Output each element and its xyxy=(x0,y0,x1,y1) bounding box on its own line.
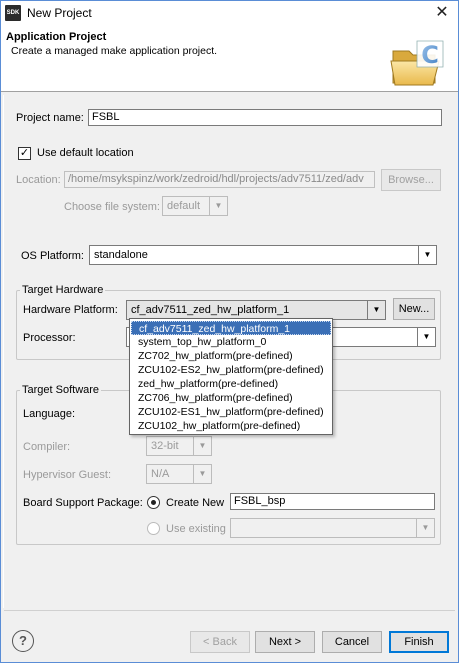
dropdown-option[interactable]: ZCU102-ES2_hw_platform(pre-defined) xyxy=(131,363,331,377)
os-platform-select[interactable]: standalone ▼ xyxy=(89,245,437,265)
dropdown-option[interactable]: ZC706_hw_platform(pre-defined) xyxy=(131,391,331,405)
chevron-down-icon: ▼ xyxy=(193,465,211,483)
dropdown-option[interactable]: ZCU102-ES1_hw_platform(pre-defined) xyxy=(131,405,331,419)
target-software-title: Target Software xyxy=(20,384,102,396)
create-new-bsp-radio[interactable] xyxy=(147,496,160,509)
chevron-down-icon: ▼ xyxy=(367,301,385,319)
target-hardware-title: Target Hardware xyxy=(20,284,106,296)
window-title: New Project xyxy=(27,6,92,20)
cancel-button[interactable]: Cancel xyxy=(322,631,382,653)
hypervisor-select[interactable]: N/A ▼ xyxy=(146,464,212,484)
chevron-down-icon: ▼ xyxy=(418,246,436,264)
page-description: Create a managed make application projec… xyxy=(11,45,218,57)
browse-button[interactable]: Browse... xyxy=(381,169,441,191)
sdk-app-icon: SDK xyxy=(5,5,21,21)
location-input[interactable]: /home/msykspinz/work/zedroid/hdl/project… xyxy=(64,171,375,188)
bsp-label: Board Support Package: xyxy=(23,497,143,509)
new-hw-platform-button[interactable]: New... xyxy=(393,298,435,320)
bsp-name-input[interactable]: FSBL_bsp xyxy=(230,493,435,510)
dropdown-option[interactable]: system_top_hw_platform_0 xyxy=(131,335,331,349)
page-title: Application Project xyxy=(6,31,107,43)
dropdown-option[interactable]: cf_adv7511_zed_hw_platform_1 xyxy=(131,321,331,335)
chevron-down-icon: ▼ xyxy=(193,437,211,455)
filesystem-select[interactable]: default ▼ xyxy=(162,196,228,216)
footer-separator xyxy=(4,610,455,611)
dropdown-option[interactable]: zed_hw_platform(pre-defined) xyxy=(131,377,331,391)
processor-label: Processor: xyxy=(23,332,76,344)
os-platform-label: OS Platform: xyxy=(21,250,84,262)
compiler-select[interactable]: 32-bit ▼ xyxy=(146,436,212,456)
hypervisor-label: Hypervisor Guest: xyxy=(23,469,112,481)
project-name-label: Project name: xyxy=(16,112,84,124)
use-existing-bsp-label: Use existing xyxy=(166,523,226,535)
next-button[interactable]: Next > xyxy=(255,631,315,653)
dropdown-option[interactable]: ZCU102_hw_platform(pre-defined) xyxy=(131,419,331,433)
hardware-platform-select[interactable]: cf_adv7511_zed_hw_platform_1 ▼ xyxy=(126,300,386,320)
close-icon[interactable]: ✕ xyxy=(430,2,454,24)
use-default-location-checkbox[interactable]: ✓ xyxy=(18,147,31,160)
hardware-platform-label: Hardware Platform: xyxy=(23,304,118,316)
chevron-down-icon: ▼ xyxy=(416,519,434,537)
finish-button[interactable]: Finish xyxy=(389,631,449,653)
language-label: Language: xyxy=(23,408,75,420)
filesystem-label: Choose file system: xyxy=(64,201,160,213)
back-button[interactable]: < Back xyxy=(190,631,250,653)
location-label: Location: xyxy=(16,174,61,186)
create-new-bsp-label: Create New xyxy=(166,497,225,509)
use-existing-bsp-radio[interactable] xyxy=(147,522,160,535)
dropdown-option[interactable]: ZC702_hw_platform(pre-defined) xyxy=(131,349,331,363)
hardware-platform-dropdown-list: cf_adv7511_zed_hw_platform_1 system_top_… xyxy=(129,318,333,435)
chevron-down-icon: ▼ xyxy=(209,197,227,215)
header-separator xyxy=(0,91,459,92)
compiler-label: Compiler: xyxy=(23,441,71,453)
svg-text:C: C xyxy=(421,41,439,69)
existing-bsp-select[interactable]: ▼ xyxy=(230,518,435,538)
c-project-folder-icon: C xyxy=(390,40,444,86)
help-icon[interactable]: ? xyxy=(12,630,34,652)
chevron-down-icon: ▼ xyxy=(417,328,435,346)
project-name-input[interactable]: FSBL xyxy=(88,109,442,126)
use-default-location-label: Use default location xyxy=(37,147,134,159)
